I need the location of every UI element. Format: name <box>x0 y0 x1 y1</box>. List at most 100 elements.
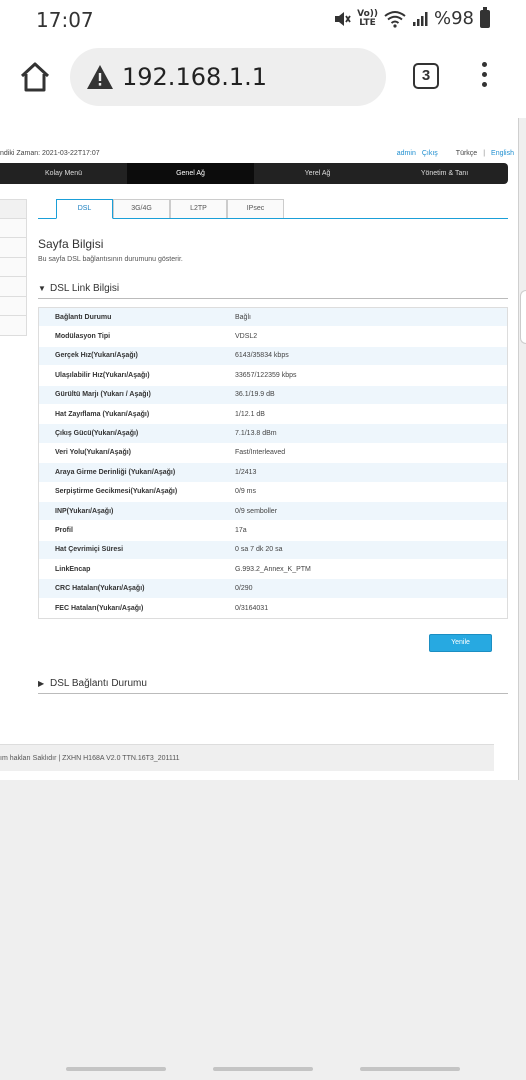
row-value: 7.1/13.8 dBm <box>235 430 277 438</box>
lang-turkish[interactable]: Türkçe <box>456 150 477 157</box>
table-row: Hat Çevrimiçi Süresi 0 sa 7 dk 20 sa <box>39 540 507 561</box>
row-value: 0/9 semboller <box>235 507 278 515</box>
main-nav: Kolay Menü Genel Ağ Yerel Ağ Yönetim & T… <box>0 163 508 184</box>
nav-yonetim-tani[interactable]: Yönetim & Tanı <box>381 163 508 184</box>
row-key: Hat Çevrimiçi Süresi <box>55 546 124 554</box>
row-value: VDSL2 <box>235 333 258 341</box>
tab-ipsec[interactable]: IPsec <box>227 199 284 218</box>
left-menu-item[interactable] <box>0 238 27 258</box>
row-key: LinkEncap <box>55 565 91 573</box>
page-scroll-handle[interactable] <box>520 290 526 344</box>
dsl-connection-section-header[interactable]: ▶ DSL Bağlantı Durumu <box>38 678 508 694</box>
status-bar: 17:07 Vo)) LTE %98 <box>0 0 526 38</box>
browser-toolbar: 192.168.1.1 3 <box>0 38 526 118</box>
battery-icon <box>480 6 490 28</box>
dsl-link-section-header[interactable]: ▼ DSL Link Bilgisi <box>38 283 508 299</box>
home-icon[interactable] <box>18 60 52 94</box>
row-key: CRC Hataları(Yukarı/Aşağı) <box>55 585 145 593</box>
table-row: CRC Hataları(Yukarı/Aşağı) 0/290 <box>39 579 507 599</box>
collapse-triangle-icon: ▼ <box>38 284 46 293</box>
row-key: INP(Yukarı/Aşağı) <box>55 507 114 515</box>
lang-separator: | <box>483 150 486 157</box>
top-links: admin Çıkış Türkçe | English <box>397 150 514 157</box>
row-value: 6143/35834 kbps <box>235 352 289 360</box>
row-key: Modülasyon Tipi <box>55 333 111 341</box>
url-text[interactable]: 192.168.1.1 <box>122 63 267 91</box>
logout-link[interactable]: Çıkış <box>422 150 438 157</box>
row-key: Çıkış Gücü(Yukarı/Aşağı) <box>55 430 139 438</box>
battery-percent: %98 <box>433 8 474 29</box>
left-menu-item[interactable] <box>0 218 27 238</box>
dsl-connection-section-title: DSL Bağlantı Durumu <box>50 678 147 689</box>
row-value: Fast/Interleaved <box>235 449 286 457</box>
tab-dsl[interactable]: DSL <box>56 199 113 219</box>
row-value: 1/12.1 dB <box>235 410 265 418</box>
nav-recent-pill[interactable] <box>66 1067 166 1071</box>
nav-genel-ag[interactable]: Genel Ağ <box>127 163 254 184</box>
page-title: Sayfa Bilgisi <box>38 237 104 251</box>
page-footer: ım hakları Saklıdır | ZXHN H168A V2.0 TT… <box>0 744 494 771</box>
router-page: ndiki Zaman: 2021-03-22T17:07 admin Çıkı… <box>0 118 519 780</box>
table-row: Serpiştirme Gecikmesi(Yukarı/Aşağı) 0/9 m… <box>39 482 507 502</box>
dsl-info-table: Bağlantı Durumu Bağlı Modülasyon Tipi VDSL… <box>38 307 508 620</box>
lang-english[interactable]: English <box>491 150 514 157</box>
more-menu-icon[interactable] <box>476 62 492 92</box>
nav-home-pill[interactable] <box>213 1067 313 1071</box>
expand-triangle-icon: ▶ <box>38 679 45 688</box>
mute-icon <box>335 11 351 26</box>
table-row: LinkEncap G.993.2_Annex_K_PTM <box>39 560 507 580</box>
refresh-button[interactable]: Yenile <box>429 634 492 652</box>
nav-yerel-ag[interactable]: Yerel Ağ <box>254 163 381 184</box>
dsl-link-section-title: DSL Link Bilgisi <box>50 283 120 294</box>
row-key: Ulaşılabilir Hız(Yukarı/Aşağı) <box>55 371 150 379</box>
table-row: Gerçek Hız(Yukarı/Aşağı) 6143/35834 kbps <box>39 346 507 367</box>
left-menu-stub <box>0 199 27 336</box>
tab-3g4g[interactable]: 3G/4G <box>113 199 170 218</box>
left-menu-item[interactable] <box>0 199 27 219</box>
signal-icon <box>412 11 428 26</box>
row-key: Hat Zayıflama (Yukarı/Aşağı) <box>55 410 150 418</box>
left-menu-item[interactable] <box>0 296 27 316</box>
row-key: Serpiştirme Gecikmesi(Yukarı/Aşağı) <box>55 488 178 496</box>
table-row: Gürültü Marjı (Yukarı / Aşağı) 36.1/19.9 … <box>39 385 507 405</box>
row-key: Gürültü Marjı (Yukarı / Aşağı) <box>55 391 151 399</box>
sub-tabs: DSL 3G/4G L2TP IPsec <box>38 199 508 219</box>
row-value: 1/2413 <box>235 468 257 476</box>
page-description: Bu sayfa DSL bağlantısının durumunu göst… <box>38 256 183 263</box>
nav-kolay-menu[interactable]: Kolay Menü <box>0 163 127 184</box>
tab-switcher-button[interactable]: 3 <box>413 63 439 89</box>
table-row: Modülasyon Tipi VDSL2 <box>39 327 507 347</box>
row-value: 36.1/19.9 dB <box>235 391 275 399</box>
address-bar[interactable]: 192.168.1.1 <box>70 48 386 106</box>
left-menu-item[interactable] <box>0 316 27 336</box>
table-row: Veri Yolu(Yukarı/Aşağı) Fast/Interleaved <box>39 443 507 464</box>
row-value: 0 sa 7 dk 20 sa <box>235 546 283 554</box>
row-key: Araya Girme Derinliği (Yukarı/Aşağı) <box>55 468 176 476</box>
table-row: Bağlantı Durumu Bağlı <box>39 308 507 328</box>
volte-icon: Vo)) LTE <box>357 9 378 28</box>
row-value: 17a <box>235 526 247 534</box>
row-value: G.993.2_Annex_K_PTM <box>235 565 311 573</box>
row-key: Veri Yolu(Yukarı/Aşağı) <box>55 449 131 457</box>
table-row: Ulaşılabilir Hız(Yukarı/Aşağı) 33657/1223… <box>39 366 507 386</box>
left-menu-item[interactable] <box>0 257 27 277</box>
left-menu-item[interactable] <box>0 277 27 297</box>
wifi-icon <box>384 10 406 28</box>
user-link[interactable]: admin <box>397 150 416 157</box>
table-row: FEC Hataları(Yukarı/Aşağı) 0/3164031 <box>39 598 507 619</box>
row-key: Gerçek Hız(Yukarı/Aşağı) <box>55 352 138 360</box>
system-nav-bar <box>0 1064 526 1074</box>
row-value: 0/9 ms <box>235 488 257 496</box>
row-value: 0/3164031 <box>235 604 269 612</box>
row-key: FEC Hataları(Yukarı/Aşağı) <box>55 604 144 612</box>
tab-l2tp[interactable]: L2TP <box>170 199 227 218</box>
warning-icon[interactable] <box>86 64 114 90</box>
system-time: ndiki Zaman: 2021-03-22T17:07 <box>0 150 100 157</box>
row-key: Profil <box>55 526 73 534</box>
volte-bottom-label: LTE <box>359 17 376 28</box>
nav-back-pill[interactable] <box>360 1067 460 1071</box>
table-row: INP(Yukarı/Aşağı) 0/9 semboller <box>39 501 507 522</box>
table-row: Profil 17a <box>39 521 507 541</box>
table-row: Çıkış Gücü(Yukarı/Aşağı) 7.1/13.8 dBm <box>39 424 507 444</box>
row-key: Bağlantı Durumu <box>55 313 112 321</box>
